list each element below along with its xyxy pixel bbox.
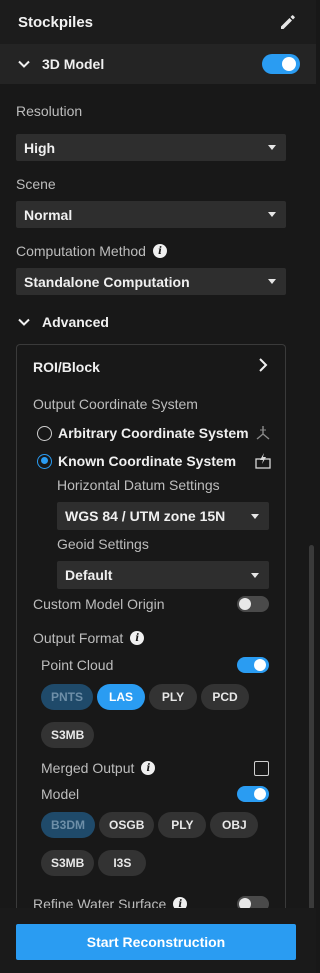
custom-origin-toggle[interactable] xyxy=(237,596,269,612)
format-chip-b3dm: B3DM xyxy=(41,812,96,838)
roi-block-label: ROI/Block xyxy=(33,359,100,375)
info-icon[interactable]: i xyxy=(152,244,167,258)
radio-button[interactable] xyxy=(37,425,52,441)
caret-down-icon xyxy=(268,212,276,217)
output-cs-label: Output Coordinate System xyxy=(33,396,198,412)
info-icon[interactable]: i xyxy=(141,761,156,775)
horizontal-datum-value: WGS 84 / UTM zone 15N xyxy=(65,508,226,524)
coordinate-import-icon[interactable] xyxy=(254,452,272,470)
computation-select[interactable]: Standalone Computation xyxy=(16,268,286,295)
roi-block-row[interactable]: ROI/Block xyxy=(17,345,285,389)
resolution-value: High xyxy=(24,139,56,156)
point-cloud-label: Point Cloud xyxy=(41,657,114,673)
info-icon[interactable]: i xyxy=(130,631,145,645)
scene-value: Normal xyxy=(24,206,73,223)
geoid-select[interactable]: Default xyxy=(57,561,269,589)
model-label: Model xyxy=(41,786,80,802)
merged-output-row: Merged Output i xyxy=(41,760,269,776)
3d-model-toggle[interactable] xyxy=(262,54,300,74)
footer: Start Reconstruction xyxy=(0,908,316,973)
model-row: Model xyxy=(41,786,269,802)
radio-button-checked[interactable] xyxy=(37,453,52,469)
start-reconstruction-button[interactable]: Start Reconstruction xyxy=(16,924,296,960)
advanced-label: Advanced xyxy=(42,314,109,330)
format-chip-pnts: PNTS xyxy=(41,684,94,710)
point-cloud-row: Point Cloud xyxy=(41,657,269,673)
geoid-value: Default xyxy=(65,567,113,583)
scene-select[interactable]: Normal xyxy=(16,201,286,228)
panel-title: Stockpiles xyxy=(18,13,94,31)
merged-output-label: Merged Output i xyxy=(41,760,156,776)
point-cloud-formats: PNTS LAS PLY PCD S3MB xyxy=(41,684,277,748)
horizontal-datum-label: Horizontal Datum Settings xyxy=(57,477,220,493)
format-chip-osgb[interactable]: OSGB xyxy=(99,812,155,838)
chevron-right-icon xyxy=(257,357,269,378)
caret-down-icon xyxy=(268,279,276,284)
chevron-down-icon[interactable] xyxy=(16,56,32,72)
format-chip-ply[interactable]: PLY xyxy=(158,812,207,838)
radio-known-cs[interactable]: Known Coordinate System xyxy=(37,451,272,471)
model-formats: B3DM OSGB PLY OBJ S3MB I3S xyxy=(41,812,277,876)
caret-down-icon xyxy=(251,572,259,578)
radio-arbitrary-cs[interactable]: Arbitrary Coordinate System xyxy=(37,423,272,443)
format-chip-pcd[interactable]: PCD xyxy=(201,684,250,710)
scene-label: Scene xyxy=(16,176,56,192)
computation-label-text: Computation Method xyxy=(16,243,146,259)
computation-value: Standalone Computation xyxy=(24,273,190,290)
output-format-label: Output Format i xyxy=(33,630,145,646)
pencil-icon[interactable] xyxy=(278,12,298,32)
advanced-panel: ROI/Block Output Coordinate System Arbit… xyxy=(16,344,286,924)
format-chip-s3mb[interactable]: S3MB xyxy=(41,722,95,748)
radio-label: Arbitrary Coordinate System xyxy=(58,425,249,441)
section-label: 3D Model xyxy=(42,56,105,72)
point-cloud-toggle[interactable] xyxy=(237,657,269,673)
geoid-label: Geoid Settings xyxy=(57,536,149,552)
caret-down-icon xyxy=(268,145,276,150)
merged-output-checkbox[interactable] xyxy=(254,760,269,776)
axes-icon xyxy=(254,424,272,442)
radio-label: Known Coordinate System xyxy=(58,453,237,469)
format-chip-obj[interactable]: OBJ xyxy=(210,812,259,838)
format-chip-ply[interactable]: PLY xyxy=(149,684,198,710)
output-format-label-text: Output Format xyxy=(33,630,124,646)
horizontal-datum-select[interactable]: WGS 84 / UTM zone 15N xyxy=(57,502,269,530)
merged-output-label-text: Merged Output xyxy=(41,760,135,776)
panel-header: Stockpiles xyxy=(0,0,316,44)
custom-origin-label: Custom Model Origin xyxy=(33,596,165,612)
advanced-toggle[interactable]: Advanced xyxy=(16,312,109,332)
caret-down-icon xyxy=(251,513,259,519)
resolution-label: Resolution xyxy=(16,103,83,119)
format-chip-s3mb[interactable]: S3MB xyxy=(41,850,95,876)
scrollbar[interactable] xyxy=(309,545,314,910)
resolution-select[interactable]: High xyxy=(16,134,286,161)
format-chip-las[interactable]: LAS xyxy=(97,684,146,710)
model-toggle[interactable] xyxy=(237,786,269,802)
computation-label: Computation Method i xyxy=(16,243,167,259)
custom-origin-row: Custom Model Origin xyxy=(33,596,269,612)
format-chip-i3s[interactable]: I3S xyxy=(98,850,147,876)
chevron-down-icon xyxy=(16,314,32,330)
section-3d-model[interactable]: 3D Model xyxy=(0,44,316,84)
